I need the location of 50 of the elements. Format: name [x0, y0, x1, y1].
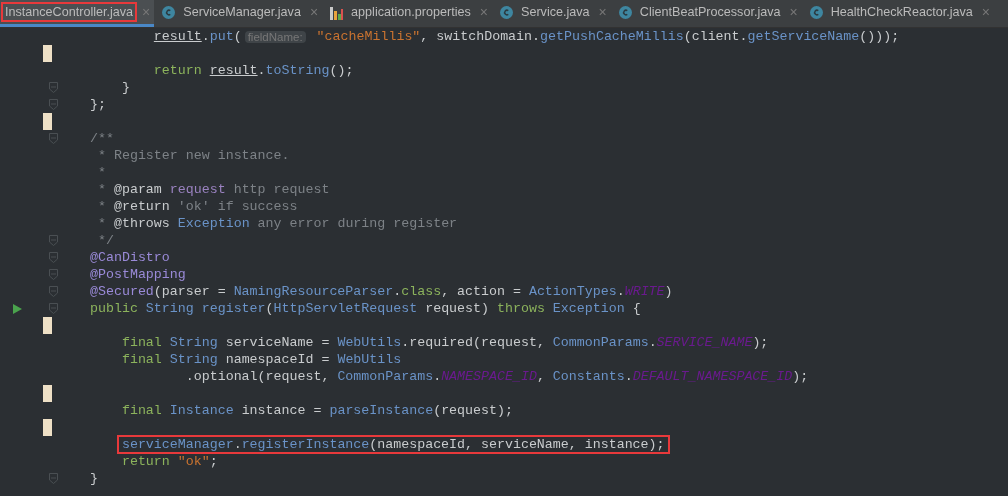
editor-tab[interactable]: HealthCheckReactor.java ×: [801, 0, 994, 27]
editor-tab[interactable]: application.properties ×: [322, 0, 492, 27]
code-text: .optional(request, CommonParams.NAMESPACE_ID, Constants.DEFAULT_NAMESPACE_ID);: [185, 369, 809, 384]
parameter-hint: fieldName:: [244, 30, 306, 43]
code-text: "cacheMillis", switchDomain.getPushCacheMillis(client.getServiceName()));: [315, 29, 900, 44]
fold-icon[interactable]: [49, 82, 58, 93]
fold-icon[interactable]: [49, 99, 58, 110]
code-text: *: [98, 165, 106, 180]
editor-tab[interactable]: InstanceController.java ×: [0, 0, 155, 27]
code-text: * @return 'ok' if success: [98, 199, 298, 214]
class-icon: [162, 5, 176, 19]
code-text: };: [90, 97, 106, 112]
fold-icon[interactable]: [49, 303, 58, 314]
class-icon: [500, 5, 513, 19]
code-text: final String namespaceId = WebUtils: [121, 352, 402, 367]
fold-icon[interactable]: [49, 473, 58, 484]
code-text: * @throws Exception any error during register: [98, 216, 458, 231]
highlighted-code: serviceManager.registerInstance(namespaceId, serviceName, instance);: [116, 435, 670, 454]
close-button[interactable]: ×: [479, 4, 488, 20]
close-button[interactable]: ×: [789, 4, 798, 20]
fold-icon[interactable]: [49, 286, 58, 297]
code-text: * Register new instance.: [98, 148, 290, 163]
editor-tab[interactable]: Service.java ×: [492, 0, 611, 27]
run-icon[interactable]: [13, 304, 22, 314]
close-button[interactable]: ×: [309, 4, 319, 20]
code-text: /**: [90, 131, 114, 146]
code-text: result.put(: [153, 29, 242, 44]
close-button[interactable]: ×: [598, 4, 607, 20]
fold-icon[interactable]: [49, 269, 58, 280]
close-button[interactable]: ×: [981, 4, 990, 20]
bar-chart-icon: [330, 4, 344, 20]
fold-icon[interactable]: [49, 252, 58, 263]
editor-tab[interactable]: ServiceManager.java ×: [154, 0, 323, 27]
code-text: }: [121, 80, 130, 95]
code-text: final String serviceName = WebUtils.required(request, CommonParams.SERVICE_NAME);: [121, 335, 769, 350]
code-text: @PostMapping: [90, 267, 186, 282]
class-icon: [618, 5, 632, 19]
code-text: return result.toString();: [153, 63, 354, 78]
code-text: }: [90, 471, 98, 486]
code-text: @CanDistro: [90, 250, 170, 265]
code-text: final Instance instance = parseInstance(request);: [121, 403, 513, 418]
fold-icon[interactable]: [49, 235, 58, 246]
code-text: public String register(HttpServletRequest request) throws Exception {: [90, 301, 641, 316]
fold-icon[interactable]: [49, 133, 58, 144]
class-icon: [809, 5, 823, 19]
editor-tab[interactable]: ClientBeatProcessor.java ×: [610, 0, 802, 27]
code-text: return "ok";: [121, 454, 218, 469]
code-text: * @param request http request: [98, 182, 330, 197]
code-text: @Secured(parser = NamingResourceParser.class, action = ActionTypes.WRITE): [90, 284, 673, 299]
code-text: */: [98, 233, 114, 248]
